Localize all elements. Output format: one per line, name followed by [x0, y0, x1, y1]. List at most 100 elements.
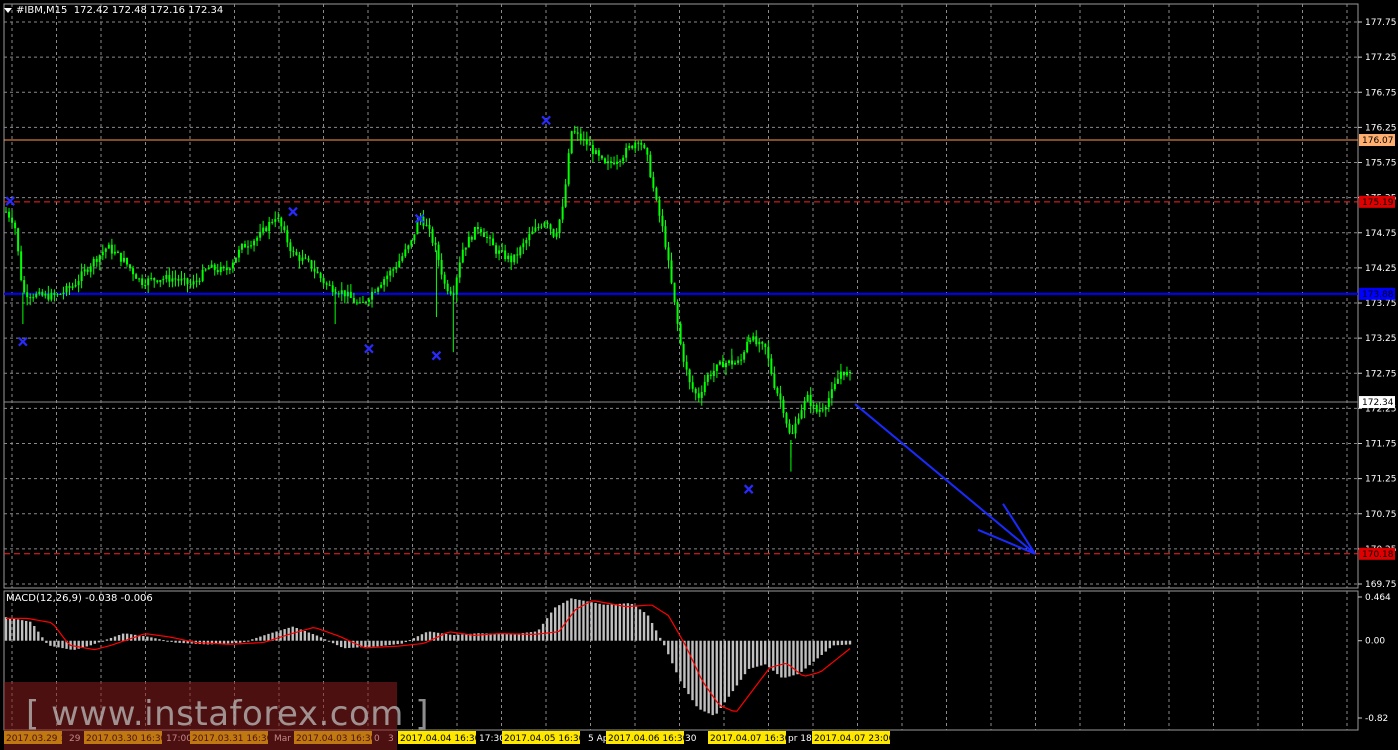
candle-body: [679, 323, 682, 345]
macd-histogram-bar: [344, 640, 347, 649]
candle-body: [32, 297, 35, 299]
price-chart[interactable]: 177.75177.25176.75176.25175.75175.25174.…: [0, 0, 1398, 750]
candle-body: [649, 154, 652, 178]
candle-body: [507, 255, 510, 260]
candle-body: [122, 257, 125, 262]
dropdown-triangle-icon[interactable]: [4, 7, 12, 13]
candle-body: [389, 270, 392, 276]
macd-histogram-bar: [20, 620, 24, 641]
candle-body: [243, 243, 246, 248]
candle-body: [268, 221, 271, 232]
candle-body: [77, 281, 80, 286]
candle-body: [667, 247, 670, 261]
fractal-down-icon: [431, 350, 442, 361]
macd-histogram-bar: [61, 640, 64, 649]
candle-body: [138, 278, 141, 280]
candle-body: [818, 409, 821, 412]
macd-histogram-bar: [739, 640, 743, 680]
macd-histogram-bar: [166, 640, 169, 642]
chart-window: 177.75177.25176.75176.25175.75175.25174.…: [0, 0, 1398, 750]
macd-histogram-bar: [812, 640, 815, 662]
candle-body: [567, 153, 570, 185]
candle-body: [262, 227, 265, 232]
macd-histogram-bar: [29, 621, 32, 641]
candle-body: [773, 373, 776, 388]
candle-body: [116, 251, 119, 253]
macd-histogram-bar: [121, 633, 125, 641]
macd-histogram-bar: [8, 617, 12, 641]
candle-body: [513, 254, 516, 263]
macd-histogram-bar: [364, 640, 367, 648]
candle-body: [691, 382, 694, 389]
candle-body: [368, 299, 371, 302]
candle-body: [135, 274, 138, 279]
candle-body: [289, 242, 292, 252]
macd-tick-label: 0.464: [1365, 593, 1391, 603]
macd-histogram-bar: [226, 640, 230, 644]
candle-body: [440, 259, 443, 275]
candle-body: [361, 301, 364, 303]
candle-body: [721, 361, 724, 368]
fractal-down-icon: [364, 343, 374, 354]
macd-histogram-bar: [659, 637, 662, 641]
macd-histogram-bar: [784, 640, 787, 678]
candle-body: [95, 258, 98, 262]
macd-tick-label: -0.82: [1365, 714, 1388, 724]
candle-body: [198, 280, 201, 282]
candle-body: [74, 285, 77, 287]
macd-label: MACD(12,26,9) -0.038 -0.006: [6, 593, 153, 604]
macd-histogram-bar: [428, 631, 432, 641]
candle-body: [35, 293, 38, 298]
macd-histogram-bar: [768, 640, 771, 668]
macd-histogram-bar: [453, 635, 456, 641]
fractal-up-icon: [541, 115, 551, 126]
candle-body: [492, 238, 495, 246]
candle-body: [313, 268, 316, 272]
candle-body: [746, 341, 749, 353]
macd-histogram-bar: [602, 604, 605, 641]
macd-histogram-bar: [630, 603, 634, 641]
candle-body: [355, 302, 358, 304]
candle-body: [377, 287, 380, 292]
candle-body: [192, 281, 195, 285]
fractal-up-icon: [5, 196, 15, 206]
candle-body: [782, 399, 785, 414]
macd-histogram-bar: [711, 640, 714, 716]
macd-histogram-bar: [537, 629, 541, 641]
macd-histogram-bar: [37, 631, 40, 641]
macd-histogram-bar: [33, 625, 36, 641]
candle-body: [256, 237, 259, 241]
candle-body: [476, 226, 479, 230]
macd-histogram-bar: [755, 640, 759, 667]
macd-histogram-bar: [97, 640, 101, 643]
candle-body: [709, 374, 712, 376]
candle-body: [301, 257, 304, 261]
candle-body: [564, 184, 567, 207]
macd-histogram-bar: [509, 634, 512, 641]
candle-body: [603, 158, 606, 164]
macd-histogram-bar: [400, 640, 403, 644]
macd-histogram-bar: [776, 640, 779, 675]
candle-body: [56, 294, 59, 296]
macd-histogram-bar: [388, 640, 391, 646]
candle-body: [842, 371, 845, 376]
macd-histogram-bar: [578, 599, 581, 641]
candle-body: [664, 226, 667, 248]
macd-histogram-bar: [735, 640, 739, 686]
candle-body: [643, 144, 646, 148]
macd-histogram-bar: [719, 640, 722, 708]
candle-body: [434, 242, 437, 245]
macd-histogram-bar: [804, 640, 807, 669]
x-tick-label: 17:30: [479, 734, 505, 744]
candle-body: [395, 267, 398, 270]
candle-body: [495, 245, 498, 254]
macd-histogram-bar: [162, 640, 165, 642]
candle-body: [98, 255, 101, 262]
macd-histogram-bar: [820, 640, 823, 655]
candle-body: [29, 297, 32, 299]
candle-body: [803, 401, 806, 411]
candle-body: [383, 279, 386, 285]
candle-body: [310, 260, 313, 269]
candle-body: [210, 264, 213, 268]
candle-body: [349, 291, 352, 298]
